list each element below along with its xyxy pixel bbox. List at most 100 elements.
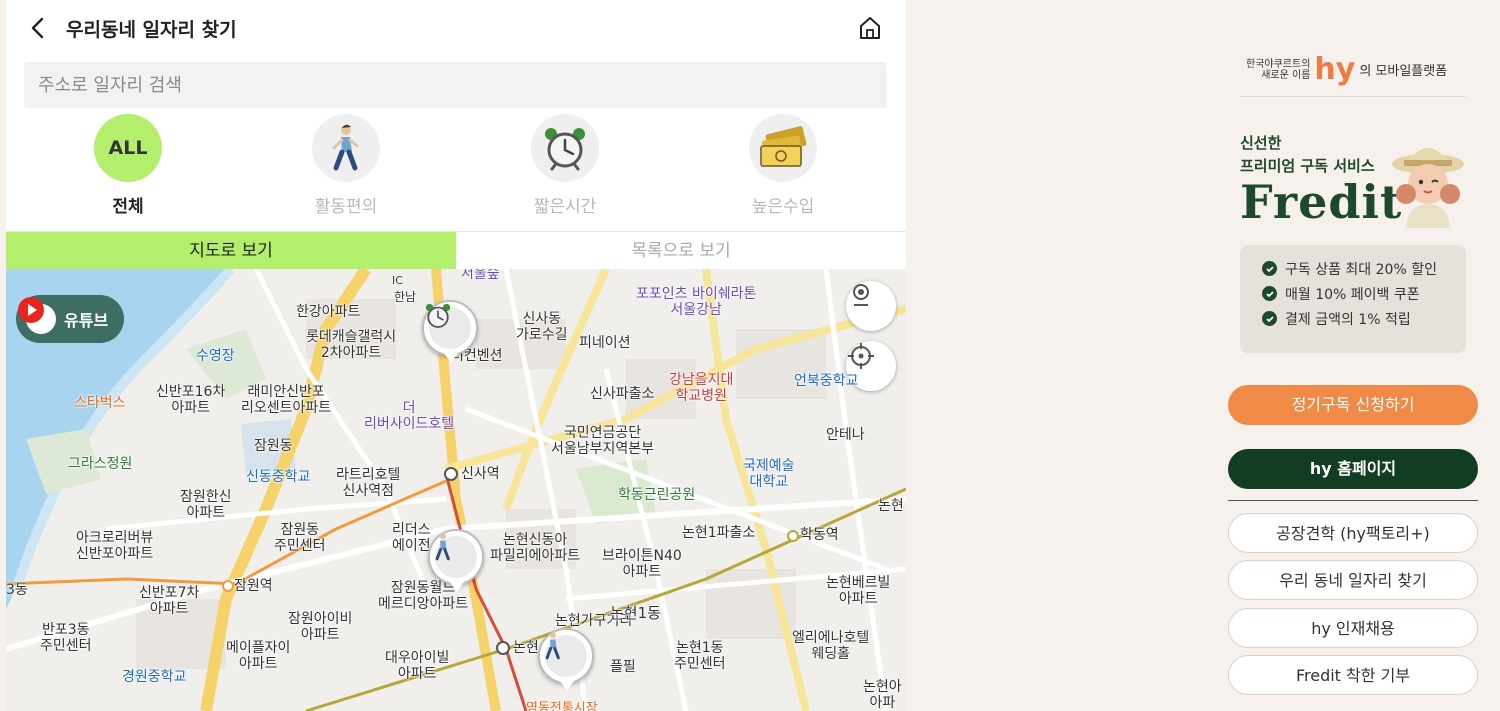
map-label: 3동 (6, 582, 28, 598)
job-pin-activity[interactable] (428, 529, 484, 592)
map-label: 신반포7차 아파트 (139, 585, 200, 617)
map-label: 신반포16차 아파트 (156, 384, 226, 416)
money-bills-icon (749, 114, 817, 182)
benefit-text: 구독 상품 최대 20% 할인 (1285, 261, 1437, 278)
map-label: 포포인츠 바이쉐라톤 서울강남 (636, 286, 757, 318)
tab-map-view[interactable]: 지도로 보기 (6, 232, 456, 270)
map-label: 국민연금공단 서울남부지역본부 (551, 425, 655, 457)
walking-person-icon (545, 632, 560, 660)
page-title: 우리동네 일자리 찾기 (66, 19, 237, 41)
hy-logo: hy (1314, 52, 1356, 87)
alarm-clock-icon (425, 303, 451, 328)
category-label: 활동편의 (314, 197, 378, 217)
mascot-character-icon (1388, 138, 1468, 228)
map-label: 한남 (394, 290, 417, 304)
hy-homepage-button[interactable]: hy 홈페이지 (1228, 449, 1478, 489)
map-label: 논현신동아 파밀리에아파트 (490, 532, 581, 564)
tab-list-view[interactable]: 목록으로 보기 (456, 232, 906, 270)
job-pin-short-time[interactable] (422, 300, 478, 363)
promo-line1: 신선한 (1240, 134, 1282, 152)
map-label: 엘리에나호텔 웨딩홀 (792, 630, 870, 662)
subscribe-button[interactable]: 정기구독 신청하기 (1228, 385, 1478, 425)
benefit-item: 매월 10% 페이백 쿠폰 (1262, 284, 1466, 303)
all-badge-text: ALL (108, 137, 148, 159)
map-label: 더 리버사이드호텔 (364, 400, 455, 432)
divider (1228, 500, 1478, 501)
map-label: 국제예술 대학교 (743, 458, 795, 490)
check-icon (1262, 311, 1277, 326)
benefit-item: 구독 상품 최대 20% 할인 (1262, 259, 1466, 278)
map-label: 아크로리버뷰 신반포아파트 (76, 530, 154, 562)
category-label: 짧은시간 (533, 197, 597, 217)
sidebar: 한국야쿠르트의 새로운 이름 hy 의 모바일플랫폼 신선한 프리미엄 구독 서… (1228, 0, 1478, 711)
back-arrow-icon[interactable] (26, 14, 52, 42)
map-label: 플필 (610, 659, 636, 675)
job-map[interactable]: 유튜브 서울숲 한남 IC 한강아파트 롯데캐슬갤럭시 2차아파트 수영장 스타… (6, 269, 906, 711)
category-label: 높은수입 (751, 197, 815, 217)
map-label: 리더스 에이전 (392, 522, 431, 554)
map-label: 잠원아이비 아파트 (288, 611, 353, 643)
street-view-icon (853, 284, 869, 306)
walking-person-icon (435, 533, 450, 561)
address-search-input[interactable] (24, 62, 887, 108)
benefit-item: 결제 금액의 1% 적립 (1262, 309, 1466, 328)
map-label: 강남을지대 학교병원 (669, 372, 734, 404)
map-label: 스타벅스 (74, 395, 126, 411)
brand-tagline: 한국야쿠르트의 새로운 이름 hy 의 모바일플랫폼 (1246, 52, 1447, 87)
map-label: 잠원역 (234, 578, 273, 594)
map-label: 논현 (878, 498, 904, 514)
map-label: 반포3동 주민센터 (40, 622, 92, 654)
fredit-donation-link[interactable]: Fredit 착한 기부 (1228, 655, 1478, 695)
brand-prefix: 한국야쿠르트의 새로운 이름 (1246, 58, 1311, 81)
category-high-income[interactable]: 높은수입 (713, 114, 853, 217)
benefit-text: 결제 금액의 1% 적립 (1285, 311, 1411, 328)
benefit-text: 매월 10% 페이백 쿠폰 (1285, 286, 1420, 303)
map-label: 신사역 (461, 466, 500, 482)
hy-recruit-link[interactable]: hy 인재채용 (1228, 608, 1478, 648)
street-view-button[interactable] (846, 281, 896, 331)
youtube-label: 유튜브 (64, 311, 109, 330)
promo-line2: 프리미엄 구독 서비스 (1240, 157, 1375, 175)
benefits-box: 구독 상품 최대 20% 할인 매월 10% 페이백 쿠폰 결제 금액의 1% … (1240, 245, 1466, 353)
walking-person-icon (312, 114, 380, 182)
fredit-promo: 신선한 프리미엄 구독 서비스 Fredit (1240, 132, 1402, 228)
category-filter: ALL 전체 활동편의 짧은시간 높은수입 (6, 114, 906, 230)
map-label: 대우아이빌 아파트 (385, 650, 450, 682)
map-label: 그라스정원 (68, 456, 133, 472)
factory-tour-link[interactable]: 공장견학 (hy팩토리+) (1228, 513, 1478, 553)
view-tabs: 지도로 보기 목록으로 보기 (6, 231, 906, 270)
map-label: 브라이튼N40 아파트 (602, 548, 682, 580)
app-panel: 우리동네 일자리 찾기 ALL 전체 활동편의 짧은시간 높은수입 (6, 0, 906, 711)
category-activity[interactable]: 활동편의 (276, 114, 416, 217)
map-label: IC (392, 274, 403, 287)
local-jobs-link[interactable]: 우리 동네 일자리 찾기 (1228, 560, 1478, 600)
map-label: 신동중학교 (246, 469, 311, 485)
map-label: 영동전통시장 (526, 701, 598, 711)
check-icon (1262, 286, 1277, 301)
home-icon[interactable] (856, 14, 884, 42)
category-all[interactable]: ALL 전체 (58, 114, 198, 217)
fredit-logo: Fredit (1240, 175, 1403, 229)
map-label: 논현1동 주민센터 (674, 640, 726, 672)
map-label: 논현아 아파 (863, 679, 902, 711)
map-label: 잠원한신 아파트 (180, 489, 232, 521)
map-label: 메이플자이 아파트 (226, 640, 291, 672)
category-label: 전체 (112, 197, 144, 217)
map-label: 신사동 가로수길 (516, 311, 568, 343)
crosshair-icon (848, 343, 874, 369)
divider (1240, 96, 1466, 97)
map-label: 안테나 (826, 427, 865, 443)
map-label: 한강아파트 (296, 304, 361, 320)
map-label: 신사파출소 (590, 386, 655, 402)
job-pin-activity[interactable] (538, 628, 594, 691)
map-label: 논현1파출소 (682, 525, 756, 541)
map-label: 논현1동 (610, 604, 661, 622)
youtube-button[interactable]: 유튜브 (16, 295, 124, 343)
map-label: 래미안신반포 리오센트아파트 (241, 384, 332, 416)
map-label: 라트리호텔 신사역점 (336, 467, 401, 499)
map-label: 경원중학교 (122, 669, 187, 685)
category-short-time[interactable]: 짧은시간 (495, 114, 635, 217)
top-bar: 우리동네 일자리 찾기 (6, 0, 906, 56)
map-label: 학동역 (800, 527, 839, 543)
map-label: 잠원동 주민센터 (274, 522, 326, 554)
